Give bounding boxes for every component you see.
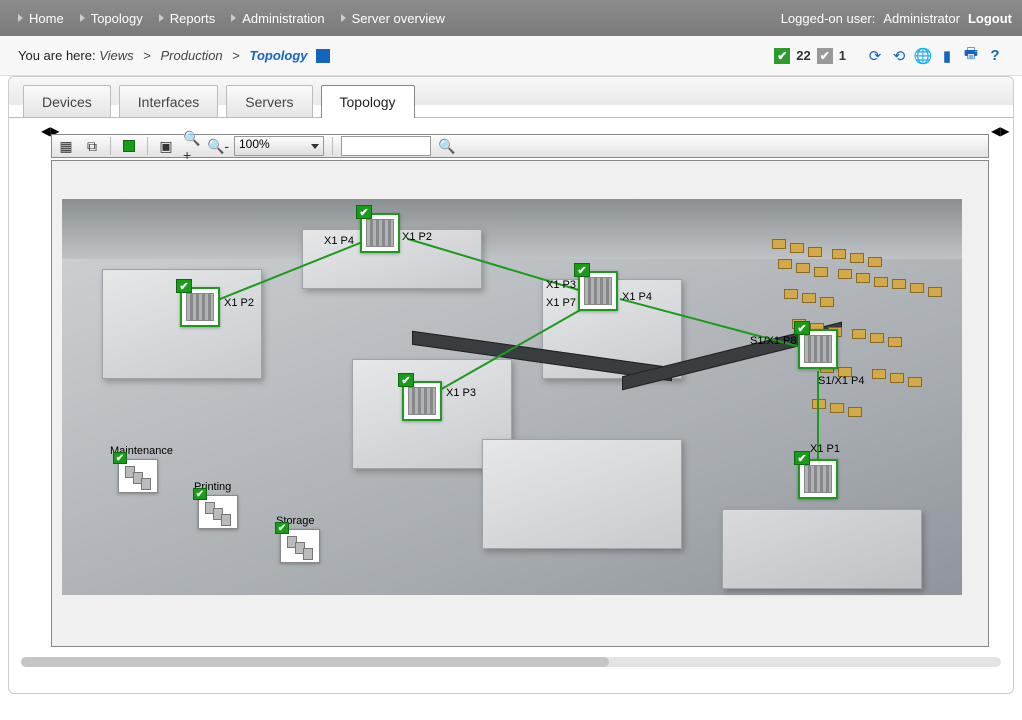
caret-icon [341, 14, 346, 22]
area-printing[interactable]: ✔ [198, 495, 238, 529]
device-node-3[interactable]: ✔ [578, 271, 618, 311]
bookmark-icon[interactable]: ▮ [938, 47, 956, 65]
tab-topology[interactable]: Topology [321, 85, 415, 118]
horizontal-scrollbar[interactable] [21, 657, 1001, 667]
port-label: X1 P7 [546, 297, 576, 309]
nav-server-overview[interactable]: Server overview [333, 11, 453, 26]
area-storage[interactable]: ✔ [280, 529, 320, 563]
port-label: X1 P2 [224, 297, 254, 309]
refresh-icon[interactable]: ⟳ [866, 47, 884, 65]
nav-home[interactable]: Home [10, 11, 72, 26]
device-node-6[interactable]: ✔ [798, 459, 838, 499]
port-label: X1 P4 [622, 291, 652, 303]
diagram-canvas[interactable]: ✔ X1 P2 ✔ X1 P4 X1 P2 ✔ X1 P3 X1 P7 X1 P… [51, 160, 989, 647]
device-node-1[interactable]: ✔ [180, 287, 220, 327]
panel-handle-right[interactable]: ◀▶ [991, 124, 1001, 138]
status-ok-count: 22 [796, 48, 810, 63]
logged-user-name: Administrator [883, 11, 960, 26]
nav-reports[interactable]: Reports [151, 11, 224, 26]
nav-administration[interactable]: Administration [223, 11, 332, 26]
tab-devices[interactable]: Devices [23, 85, 111, 118]
device-node-5[interactable]: ✔ [798, 329, 838, 369]
device-node-2[interactable]: ✔ [360, 213, 400, 253]
status-unknown-icon: ✔ [817, 48, 833, 64]
ok-badge-icon: ✔ [113, 452, 127, 464]
main-panel: Devices Interfaces Servers Topology ◀▶ ◀… [8, 76, 1014, 694]
logged-user-label: Logged-on user: [781, 11, 876, 26]
port-label: S1/X1 P8 [750, 335, 796, 347]
tab-interfaces[interactable]: Interfaces [119, 85, 218, 118]
zoom-select[interactable]: 100% [234, 136, 324, 156]
ok-badge-icon: ✔ [275, 522, 289, 534]
port-label: X1 P4 [324, 235, 354, 247]
ok-badge-icon: ✔ [398, 373, 414, 387]
globe-icon[interactable]: 🌐 [914, 47, 932, 65]
ok-badge-icon: ✔ [574, 263, 590, 277]
breadcrumb-views[interactable]: Views [99, 48, 133, 63]
diagram-toolbar: ▦ ⧉ ▣ 🔍+ 🔍- 100% 🔍 [51, 134, 989, 158]
factory-background [62, 199, 962, 595]
caret-icon [18, 14, 23, 22]
layout-tree-icon[interactable]: ⧉ [82, 136, 102, 156]
caret-icon [159, 14, 164, 22]
logout-link[interactable]: Logout [968, 11, 1012, 26]
ok-badge-icon: ✔ [794, 451, 810, 465]
tabs: Devices Interfaces Servers Topology [9, 77, 1013, 118]
fit-icon[interactable]: ▣ [156, 136, 176, 156]
print-icon[interactable]: 🖶 [962, 47, 980, 65]
layout-grid-icon[interactable]: ▦ [56, 136, 76, 156]
port-label: X1 P3 [546, 279, 576, 291]
nav-topology[interactable]: Topology [72, 11, 151, 26]
refresh-auto-icon[interactable]: ⟲ [890, 47, 908, 65]
zoom-out-icon[interactable]: 🔍- [208, 136, 228, 156]
breadcrumb-production[interactable]: Production [161, 48, 223, 63]
ok-badge-icon: ✔ [794, 321, 810, 335]
chart-icon[interactable] [316, 49, 330, 63]
breadcrumb-current: Topology [249, 48, 307, 63]
status-unknown-count: 1 [839, 48, 846, 63]
ok-badge-icon: ✔ [356, 205, 372, 219]
stop-icon[interactable] [119, 136, 139, 156]
diagram-search-input[interactable] [341, 136, 431, 156]
ok-badge-icon: ✔ [193, 488, 207, 500]
top-navigation: Home Topology Reports Administration Ser… [0, 0, 1022, 36]
status-ok-icon: ✔ [774, 48, 790, 64]
tab-body: ◀▶ ◀▶ ▦ ⧉ ▣ 🔍+ 🔍- 100% 🔍 [9, 117, 1013, 677]
port-label: S1/X1 P4 [818, 375, 864, 387]
port-label: X1 P3 [446, 387, 476, 399]
caret-icon [80, 14, 85, 22]
ok-badge-icon: ✔ [176, 279, 192, 293]
search-icon[interactable]: 🔍 [437, 136, 457, 156]
breadcrumb-row: You are here: Views > Production > Topol… [0, 36, 1022, 76]
zoom-in-icon[interactable]: 🔍+ [182, 136, 202, 156]
caret-icon [231, 14, 236, 22]
port-label: X1 P1 [810, 443, 840, 455]
device-node-4[interactable]: ✔ [402, 381, 442, 421]
panel-handle-left[interactable]: ◀▶ [41, 124, 51, 138]
tab-servers[interactable]: Servers [226, 85, 312, 118]
area-maintenance[interactable]: ✔ [118, 459, 158, 493]
breadcrumb-label: You are here: [18, 48, 96, 63]
help-icon[interactable]: ? [986, 47, 1004, 65]
port-label: X1 P2 [402, 231, 432, 243]
